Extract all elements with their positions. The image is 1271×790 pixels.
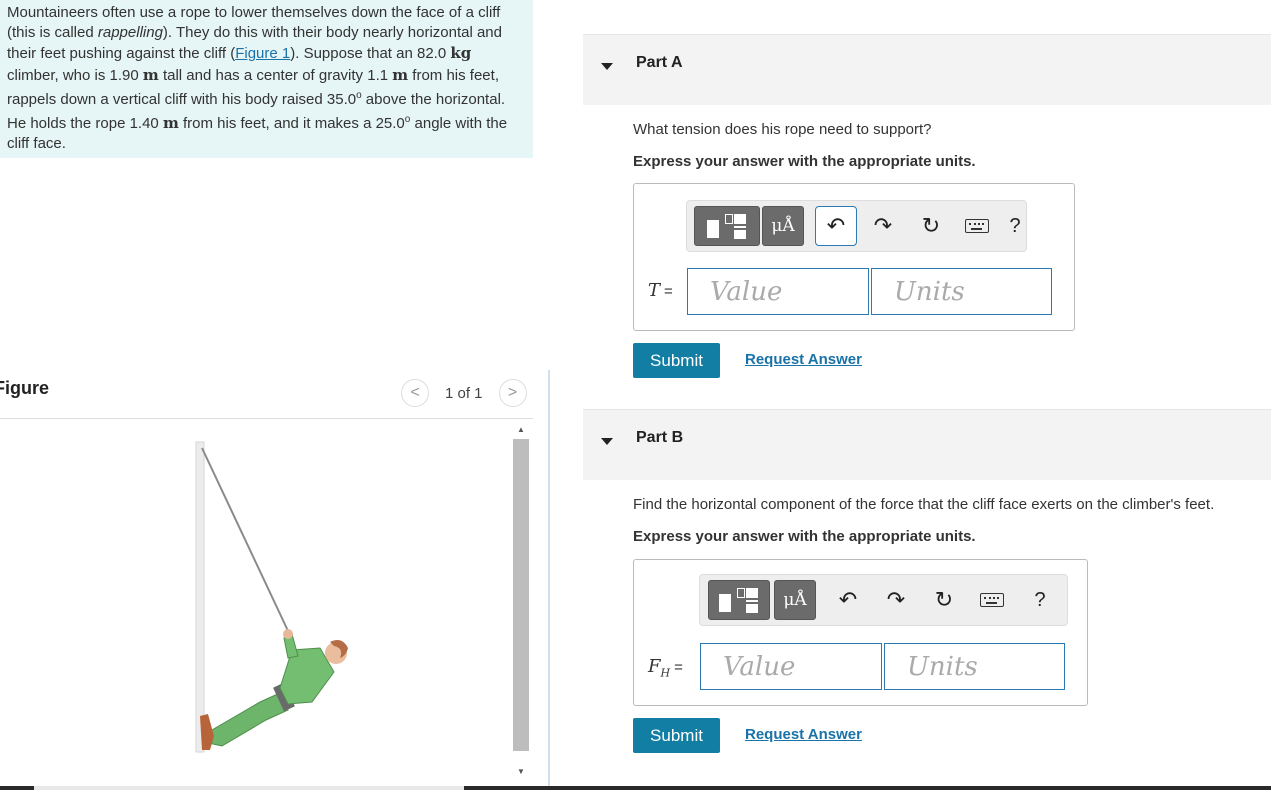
- prev-figure-button[interactable]: <: [401, 379, 429, 407]
- help-button[interactable]: ?: [1005, 206, 1025, 246]
- climber-hands: [283, 629, 293, 639]
- reset-button[interactable]: ↻: [924, 580, 964, 620]
- equals-sign: =: [664, 283, 673, 300]
- part-b-submit-button[interactable]: Submit: [633, 718, 720, 753]
- part-b-title: Part B: [636, 429, 684, 446]
- bottom-taskbar: [0, 786, 1271, 790]
- template-button[interactable]: [694, 206, 760, 246]
- keyboard-button[interactable]: [970, 580, 1014, 620]
- figure-title: Figure: [0, 378, 50, 398]
- next-figure-button[interactable]: >: [498, 379, 527, 407]
- problem-text-part: climber, who is 1.90: [7, 66, 143, 84]
- panel-divider: [548, 370, 550, 790]
- part-a-title: Part A: [636, 54, 683, 71]
- mu-angstrom-icon: μÅ: [783, 590, 807, 610]
- variable-symbol: F: [648, 656, 661, 677]
- redo-button[interactable]: ↷: [863, 206, 903, 246]
- units-symbol-button[interactable]: μÅ: [762, 206, 804, 246]
- help-icon: ?: [1034, 588, 1046, 611]
- chevron-left-icon: <: [410, 384, 420, 401]
- redo-icon: ↷: [873, 213, 893, 238]
- climber-shoes: [200, 714, 214, 750]
- part-a-instruction: Express your answer with the appropriate…: [633, 153, 976, 170]
- variable-symbol: T: [648, 280, 661, 301]
- part-b-units-input[interactable]: Units: [884, 643, 1065, 690]
- redo-button[interactable]: ↷: [876, 580, 916, 620]
- value-placeholder: Value: [723, 651, 796, 682]
- part-a-value-input[interactable]: Value: [687, 268, 869, 315]
- part-a-submit-button[interactable]: Submit: [633, 343, 720, 378]
- equals-sign: =: [674, 659, 683, 676]
- problem-text-emphasis: rappelling: [97, 24, 163, 42]
- undo-button[interactable]: ↶: [815, 206, 857, 246]
- unit-m: m: [142, 65, 159, 84]
- part-a-units-input[interactable]: Units: [871, 268, 1052, 315]
- problem-statement: Mountaineers often use a rope to lower t…: [0, 0, 533, 158]
- undo-button[interactable]: ↶: [828, 580, 868, 620]
- part-a-answer-box: μÅ ↶ ↷ ↻ ? T = Value Units: [633, 183, 1075, 331]
- chevron-right-icon: >: [507, 384, 518, 401]
- collapse-caret-icon[interactable]: [601, 63, 613, 70]
- unit-m: m: [162, 114, 179, 133]
- fraction-template-icon: [705, 212, 749, 240]
- part-b-request-answer-link[interactable]: Request Answer: [745, 726, 862, 743]
- figure-pager: < 1 of 1 >: [401, 377, 527, 409]
- climber-illustration: [195, 441, 348, 753]
- part-b-toolbar: μÅ ↶ ↷ ↻ ?: [699, 574, 1068, 626]
- part-b-question: Find the horizontal component of the for…: [633, 496, 1215, 513]
- keyboard-button[interactable]: [957, 206, 997, 246]
- value-placeholder: Value: [710, 276, 783, 307]
- units-symbol-button[interactable]: μÅ: [774, 580, 816, 620]
- figure-page-count: 1 of 1: [445, 384, 483, 402]
- figure-divider: [0, 418, 533, 419]
- climber-legs: [203, 691, 289, 747]
- problem-text-part: tall and has a center of gravity 1.1: [158, 66, 393, 84]
- keyboard-icon: [980, 593, 1004, 607]
- scroll-up-arrow-icon[interactable]: ▲: [512, 421, 530, 437]
- part-a-toolbar: μÅ ↶ ↷ ↻ ?: [686, 200, 1027, 252]
- redo-icon: ↷: [886, 587, 906, 612]
- part-b-instruction: Express your answer with the appropriate…: [633, 528, 976, 545]
- help-icon: ?: [1009, 214, 1021, 237]
- part-b-header[interactable]: Part B: [583, 409, 1271, 480]
- rope: [201, 447, 290, 634]
- left-panel: Mountaineers often use a rope to lower t…: [0, 0, 548, 790]
- reset-icon: ↻: [934, 587, 954, 612]
- problem-text: Mountaineers often use a rope to lower t…: [7, 3, 522, 154]
- cliff-face: [195, 441, 205, 753]
- keyboard-icon: [965, 219, 989, 233]
- unit-kg: kg: [450, 44, 472, 63]
- collapse-caret-icon[interactable]: [601, 438, 613, 445]
- reset-button[interactable]: ↻: [911, 206, 951, 246]
- unit-m: m: [392, 65, 409, 84]
- help-button[interactable]: ?: [1028, 580, 1052, 620]
- units-placeholder: Units: [907, 651, 978, 682]
- problem-text-part: ). Suppose that an 82.0: [290, 45, 451, 63]
- bottom-bar-segment: [34, 786, 464, 790]
- undo-icon: ↶: [826, 213, 846, 238]
- template-button[interactable]: [708, 580, 770, 620]
- mu-angstrom-icon: μÅ: [771, 216, 795, 236]
- units-placeholder: Units: [894, 276, 965, 307]
- part-a-request-answer-link[interactable]: Request Answer: [745, 351, 862, 368]
- figure-image: [0, 420, 510, 785]
- variable-subscript: H: [660, 666, 671, 680]
- problem-text-part: from his feet, and it makes a 25.0: [178, 115, 405, 133]
- part-a-variable-label: T =: [648, 280, 673, 301]
- part-a-question: What tension does his rope need to suppo…: [633, 121, 932, 138]
- part-b-value-input[interactable]: Value: [700, 643, 882, 690]
- part-a-header[interactable]: Part A: [583, 34, 1271, 105]
- figure-scrollbar[interactable]: ▲ ▼: [512, 421, 530, 779]
- reset-icon: ↻: [921, 213, 941, 238]
- part-b-variable-label: FH =: [648, 656, 683, 680]
- figure-link[interactable]: Figure 1: [235, 45, 290, 62]
- fraction-template-icon: [717, 586, 761, 614]
- scroll-down-arrow-icon[interactable]: ▼: [512, 763, 530, 779]
- scroll-thumb[interactable]: [513, 439, 529, 751]
- undo-icon: ↶: [838, 587, 858, 612]
- part-b-answer-box: μÅ ↶ ↷ ↻ ? FH = Value Units: [633, 559, 1088, 706]
